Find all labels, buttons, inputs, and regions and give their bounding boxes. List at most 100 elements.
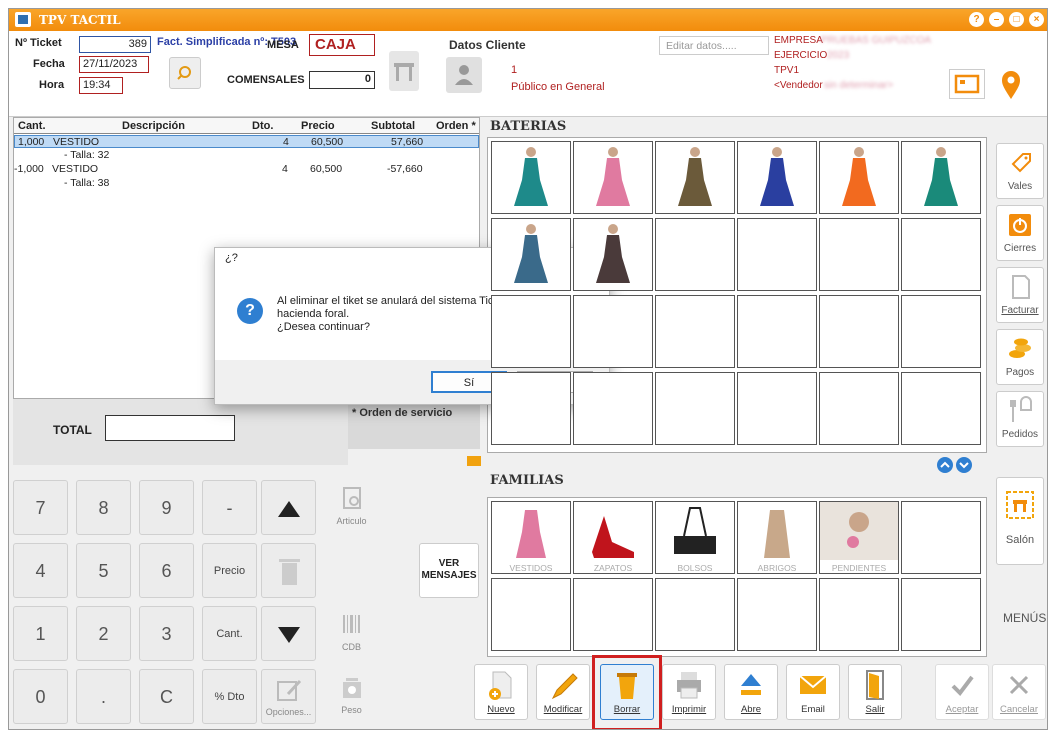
minimize-icon[interactable]: – <box>989 12 1004 27</box>
product-cell[interactable] <box>491 141 571 214</box>
open-drawer-button[interactable]: Abre <box>724 664 778 720</box>
barcode-key[interactable]: CDB <box>324 606 379 661</box>
keypad-key[interactable]: 6 <box>139 543 194 598</box>
product-cell[interactable] <box>573 295 653 368</box>
date-field[interactable]: 27/11/2023 <box>79 56 149 73</box>
keypad-key[interactable]: 3 <box>139 606 194 661</box>
table-row[interactable]: -1,000 VESTIDO 4 60,500 -57,660 <box>14 163 479 176</box>
product-cell[interactable] <box>573 218 653 291</box>
family-cell[interactable] <box>573 578 653 651</box>
exit-button[interactable]: Salir <box>848 664 902 720</box>
edit-client-data-field[interactable]: Editar datos..... <box>659 36 769 55</box>
payments-button[interactable]: Pagos <box>996 329 1044 385</box>
keypad-key[interactable]: 2 <box>76 606 131 661</box>
product-cell[interactable] <box>491 295 571 368</box>
invoice-button[interactable]: Facturar <box>996 267 1044 323</box>
salon-button[interactable]: Salón <box>996 477 1044 565</box>
keypad-key[interactable]: 8 <box>76 480 131 535</box>
keypad-key[interactable]: 0 <box>13 669 68 724</box>
table-select-button[interactable] <box>389 51 419 91</box>
question-icon: ? <box>237 298 263 324</box>
keypad-key[interactable]: 1 <box>13 606 68 661</box>
product-cell[interactable] <box>491 372 571 445</box>
weight-key[interactable]: Peso <box>324 669 379 724</box>
family-cell[interactable] <box>901 578 981 651</box>
up-arrow-key[interactable] <box>261 480 316 535</box>
coins-icon <box>1009 338 1031 358</box>
keypad-key[interactable]: 4 <box>13 543 68 598</box>
scroll-down-button[interactable] <box>956 457 972 473</box>
family-cell[interactable] <box>819 578 899 651</box>
family-cell[interactable]: PENDIENTES <box>819 501 899 574</box>
print-button[interactable]: Imprimir <box>662 664 716 720</box>
comensales-field[interactable]: 0 <box>309 71 375 89</box>
product-cell[interactable] <box>737 141 817 214</box>
product-cell[interactable] <box>737 295 817 368</box>
product-cell[interactable] <box>901 295 981 368</box>
family-cell[interactable]: ABRIGOS <box>737 501 817 574</box>
new-button[interactable]: Nuevo <box>474 664 528 720</box>
vouchers-button[interactable]: Vales <box>996 143 1044 199</box>
keypad-key[interactable]: 5 <box>76 543 131 598</box>
family-cell[interactable] <box>655 578 735 651</box>
product-cell[interactable] <box>819 218 899 291</box>
folder-icon[interactable] <box>467 456 481 466</box>
keypad-key[interactable]: Cant. <box>202 606 257 661</box>
family-cell[interactable] <box>901 501 981 574</box>
close-icon[interactable]: × <box>1029 12 1044 27</box>
family-cell[interactable] <box>491 578 571 651</box>
contact-card-button[interactable] <box>949 69 985 99</box>
product-cell[interactable] <box>737 218 817 291</box>
product-cell[interactable] <box>901 141 981 214</box>
cancel-button[interactable]: Cancelar <box>992 664 1046 720</box>
family-cell[interactable]: ZAPATOS <box>573 501 653 574</box>
accept-button[interactable]: Aceptar <box>935 664 989 720</box>
keypad-key[interactable]: - <box>202 480 257 535</box>
family-cell[interactable] <box>737 578 817 651</box>
ticket-number-field[interactable]: 389 <box>79 36 151 53</box>
keypad-key[interactable]: % Dto <box>202 669 257 724</box>
product-cell[interactable] <box>655 372 735 445</box>
date-search-button[interactable] <box>169 57 201 89</box>
article-search-key[interactable]: Articulo <box>324 480 379 535</box>
product-cell[interactable] <box>573 372 653 445</box>
modify-button[interactable]: Modificar <box>536 664 590 720</box>
time-field[interactable]: 19:34 <box>79 77 123 94</box>
product-cell[interactable] <box>901 218 981 291</box>
product-cell[interactable] <box>737 372 817 445</box>
orders-button[interactable]: Pedidos <box>996 391 1044 447</box>
keypad-key[interactable]: Precio <box>202 543 257 598</box>
product-cell[interactable] <box>573 141 653 214</box>
down-arrow-key[interactable] <box>261 606 316 661</box>
delete-line-key[interactable] <box>261 543 316 598</box>
help-icon[interactable]: ? <box>969 12 984 27</box>
keypad-key[interactable]: 7 <box>13 480 68 535</box>
product-cell[interactable] <box>819 372 899 445</box>
options-key[interactable]: Opciones... <box>261 669 316 724</box>
view-messages-button[interactable]: VER MENSAJES <box>419 543 479 598</box>
menus-label[interactable]: MENÚS <box>1003 611 1046 625</box>
keypad-key[interactable]: 9 <box>139 480 194 535</box>
keypad-key[interactable]: . <box>76 669 131 724</box>
product-cell[interactable] <box>901 372 981 445</box>
maximize-icon[interactable]: □ <box>1009 12 1024 27</box>
product-cell[interactable] <box>491 218 571 291</box>
delete-button[interactable]: Borrar <box>600 664 654 720</box>
family-cell[interactable]: BOLSOS <box>655 501 735 574</box>
product-cell[interactable] <box>819 141 899 214</box>
product-cell[interactable] <box>655 141 735 214</box>
family-cell[interactable]: VESTIDOS <box>491 501 571 574</box>
keypad-key[interactable]: C <box>139 669 194 724</box>
product-cell[interactable] <box>819 295 899 368</box>
mesa-field[interactable]: CAJA <box>309 34 375 56</box>
table-row-detail: - Talla: 38 <box>14 177 479 190</box>
product-cell[interactable] <box>655 218 735 291</box>
product-cell[interactable] <box>655 295 735 368</box>
closures-button[interactable]: Cierres <box>996 205 1044 261</box>
scroll-up-button[interactable] <box>937 457 953 473</box>
table-row[interactable]: 1,000 VESTIDO 4 60,500 57,660 <box>14 135 479 148</box>
email-button[interactable]: Email <box>786 664 840 720</box>
location-button[interactable] <box>993 67 1029 101</box>
client-select-button[interactable] <box>446 57 482 93</box>
vendor-value: sin determinar> <box>824 80 894 91</box>
